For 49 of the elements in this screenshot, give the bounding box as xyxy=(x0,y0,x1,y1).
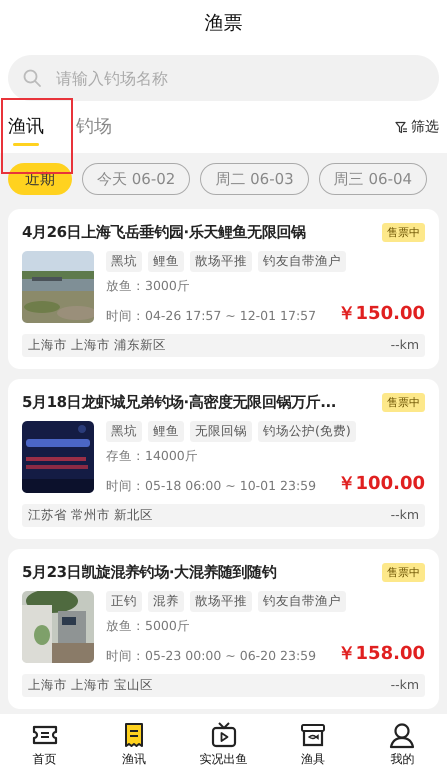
tv-play-icon xyxy=(210,720,238,748)
tag: 钓友自带渔户 xyxy=(258,591,346,612)
nav-item[interactable]: 渔讯 xyxy=(89,714,179,774)
time-range-text: 时间：05-23 00:00 ~ 06-20 23:59 xyxy=(106,648,316,665)
nav-item[interactable]: 我的 xyxy=(358,714,447,774)
search-field[interactable]: 请输入钓场名称 xyxy=(8,55,439,101)
time-range-text: 时间：04-26 17:57 ~ 12-01 17:57 xyxy=(106,308,316,325)
page-title: 渔票 xyxy=(204,10,242,36)
tag: 正钓 xyxy=(106,591,142,612)
tag: 散场平推 xyxy=(190,591,252,612)
tag: 鲤鱼 xyxy=(148,251,184,272)
fish-stock-text: 存鱼：14000斤 xyxy=(106,448,199,465)
listing-card[interactable]: 5月18日龙虾城兄弟钓场·高密度无限回锅万斤... 售票中 黑坑 鲤鱼 无限回锅 钓场公护(免费) 存鱼：14000斤 时间：05-18 06:00 ~ 10-01 23:59 ￥100.00 江苏省 常州市 新北区 --km xyxy=(8,379,439,539)
tag: 黑坑 xyxy=(106,251,142,272)
status-badge: 售票中 xyxy=(382,393,425,412)
time-range-text: 时间：05-18 06:00 ~ 10-01 23:59 xyxy=(106,478,316,495)
tag: 钓友自带渔户 xyxy=(258,251,346,272)
fish-stock-text: 放鱼：3000斤 xyxy=(106,278,191,295)
nav-item[interactable]: 渔具 xyxy=(268,714,358,774)
location-text: 江苏省 常州市 新北区 xyxy=(28,507,153,524)
location-text: 上海市 上海市 宝山区 xyxy=(28,677,153,694)
distance-text: --km xyxy=(390,337,419,354)
price: ￥158.00 xyxy=(338,642,425,665)
tag: 无限回锅 xyxy=(190,421,252,442)
nav-item[interactable]: 实况出鱼 xyxy=(178,714,268,774)
person-icon xyxy=(388,720,416,748)
filter-icon xyxy=(395,120,408,134)
price: ￥150.00 xyxy=(338,302,425,325)
nav-item[interactable]: 首页 xyxy=(0,714,90,774)
tag: 鲤鱼 xyxy=(148,421,184,442)
distance-text: --km xyxy=(390,677,419,694)
tab[interactable]: 钓场 xyxy=(76,108,112,146)
location-text: 上海市 上海市 浦东新区 xyxy=(28,337,166,354)
price: ￥100.00 xyxy=(338,472,425,495)
listing-card[interactable]: 4月26日上海飞岳垂钓园·乐天鲤鱼无限回锅 售票中 黑坑 鲤鱼 散场平推 钓友自带渔户 放鱼：3000斤 时间：04-26 17:57 ~ 12-01 17:57 ￥150.00 上海市 上海市 浦东新区 --km xyxy=(8,209,439,369)
filter-button[interactable]: 筛选 xyxy=(395,118,439,136)
tag: 黑坑 xyxy=(106,421,142,442)
fish-stock-text: 放鱼：5000斤 xyxy=(106,618,191,635)
status-badge: 售票中 xyxy=(382,563,425,582)
distance-text: --km xyxy=(390,507,419,524)
tag: 散场平推 xyxy=(190,251,252,272)
listing-title: 5月18日龙虾城兄弟钓场·高密度无限回锅万斤... xyxy=(22,393,338,412)
status-badge: 售票中 xyxy=(382,223,425,242)
listing-card[interactable]: 5月23日凯旋混养钓场·大混养随到随钓 售票中 正钓 混养 散场平推 钓友自带渔户 放鱼：5000斤 时间：05-23 00:00 ~ 06-20 23:59 ￥158.00 上海市 上海市 宝山区 --km xyxy=(8,549,439,709)
listing-title: 4月26日上海飞岳垂钓园·乐天鲤鱼无限回锅 xyxy=(22,223,307,242)
tag: 钓场公护(免费) xyxy=(258,421,356,442)
listing-title: 5月23日凯旋混养钓场·大混养随到随钓 xyxy=(22,563,278,582)
tab[interactable]: 渔讯 xyxy=(8,108,44,146)
tag: 混养 xyxy=(148,591,184,612)
